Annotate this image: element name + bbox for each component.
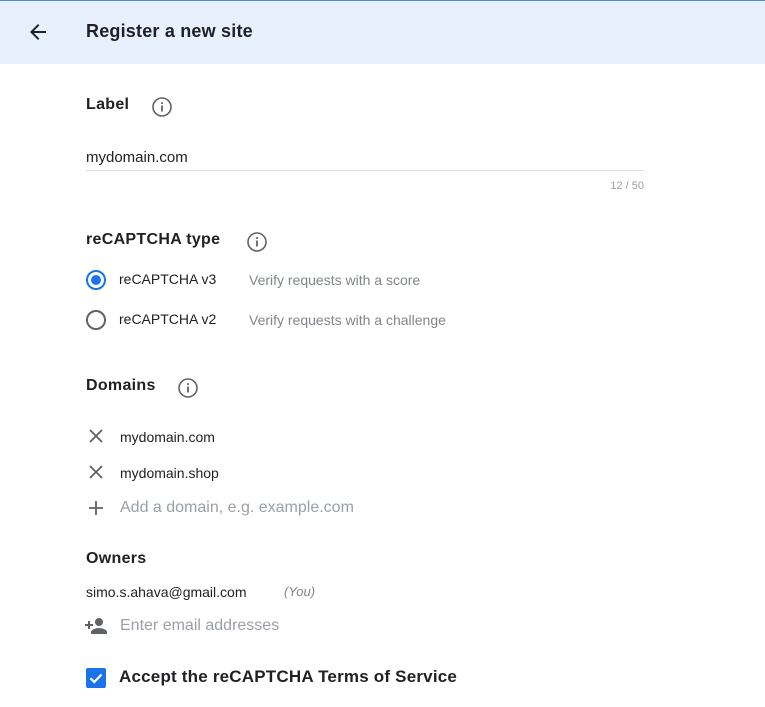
char-counter: 12 / 50 bbox=[610, 180, 644, 192]
page-title: Register a new site bbox=[86, 21, 253, 41]
recaptcha-type-title: reCAPTCHA type bbox=[86, 231, 221, 248]
radio-description-v3: Verify requests with a score bbox=[249, 272, 421, 288]
domain-item: mydomain.com bbox=[120, 429, 215, 445]
domains-section-title: Domains bbox=[86, 377, 156, 394]
radio-label-v2[interactable]: reCAPTCHA v2 bbox=[119, 311, 216, 327]
info-icon[interactable] bbox=[177, 377, 199, 399]
page-header: Register a new site bbox=[0, 0, 765, 64]
label-input[interactable] bbox=[86, 144, 644, 171]
add-owner-input[interactable] bbox=[120, 615, 520, 637]
owner-you-note: (You) bbox=[284, 584, 316, 599]
person-add-icon bbox=[85, 618, 107, 634]
radio-description-v2: Verify requests with a challenge bbox=[249, 312, 446, 328]
add-icon[interactable] bbox=[86, 498, 106, 518]
remove-domain-icon[interactable] bbox=[86, 462, 106, 482]
radio-recaptcha-v3[interactable] bbox=[86, 270, 106, 290]
terms-label[interactable]: Accept the reCAPTCHA Terms of Service bbox=[119, 667, 457, 687]
owners-section-title: Owners bbox=[86, 550, 147, 567]
radio-recaptcha-v2[interactable] bbox=[86, 310, 106, 330]
info-icon[interactable] bbox=[246, 231, 268, 253]
add-domain-input[interactable] bbox=[120, 497, 520, 519]
arrow-back-icon[interactable] bbox=[26, 20, 50, 44]
info-icon[interactable] bbox=[151, 96, 173, 118]
remove-domain-icon[interactable] bbox=[86, 426, 106, 446]
label-section-title: Label bbox=[86, 96, 130, 113]
owner-email: simo.s.ahava@gmail.com bbox=[86, 584, 247, 600]
terms-checkbox[interactable] bbox=[86, 668, 106, 688]
check-icon bbox=[89, 673, 103, 684]
domain-item: mydomain.shop bbox=[120, 465, 219, 481]
radio-label-v3[interactable]: reCAPTCHA v3 bbox=[119, 271, 216, 287]
